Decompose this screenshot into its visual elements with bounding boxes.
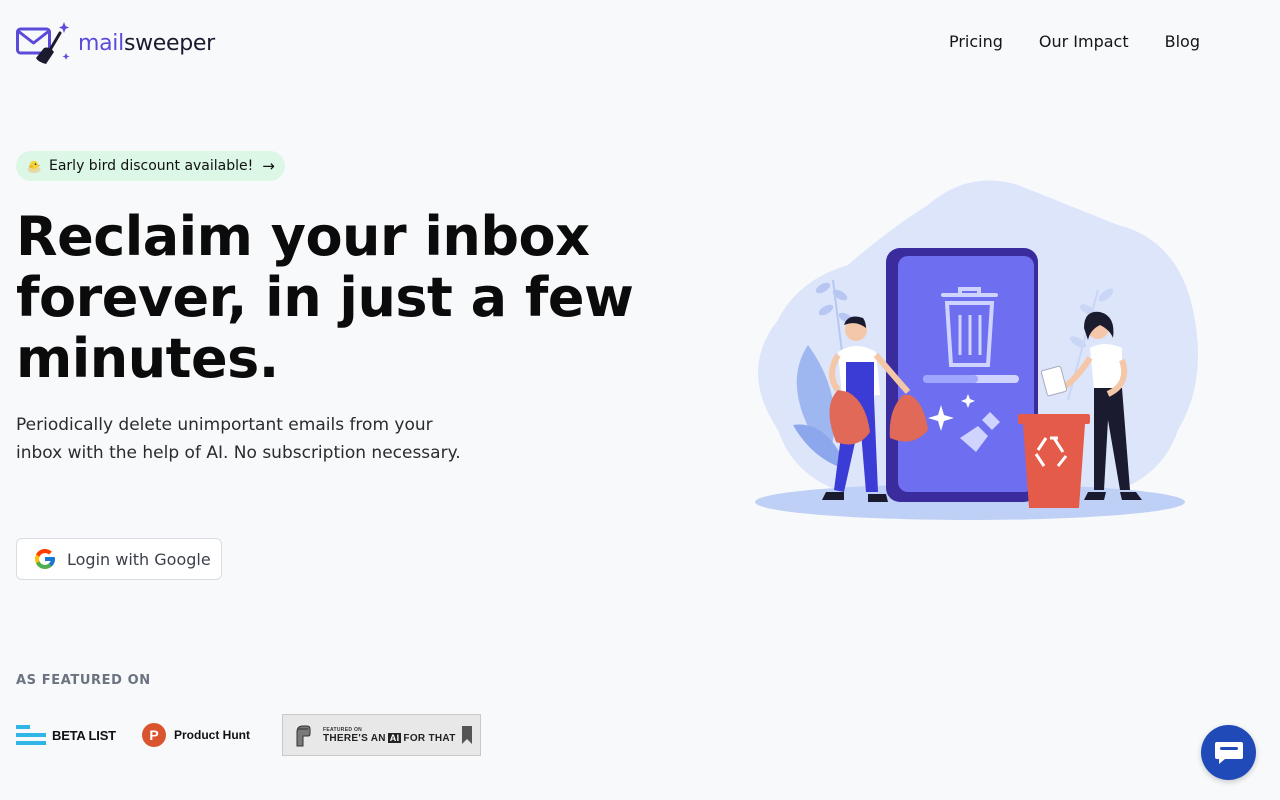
- producthunt-link[interactable]: P Product Hunt: [142, 723, 282, 747]
- phone-screen: [898, 256, 1034, 492]
- betalist-link[interactable]: BETA LIST: [16, 720, 142, 750]
- nav-blog[interactable]: Blog: [1165, 32, 1200, 51]
- betalist-icon: [16, 725, 46, 745]
- featured-title: AS FEATURED ON: [16, 673, 151, 688]
- login-with-google-button[interactable]: Login with Google: [16, 538, 222, 580]
- mail-broom-logo-icon: [16, 22, 70, 64]
- main-nav: Pricing Our Impact Blog: [949, 32, 1200, 51]
- nav-our-impact[interactable]: Our Impact: [1039, 32, 1129, 51]
- theres-an-ai-for-that-badge[interactable]: FEATURED ON THERE'S AN AI FOR THAT: [282, 714, 481, 756]
- screen-progress-fill: [923, 375, 978, 383]
- taaft-text: FEATURED ON THERE'S AN AI FOR THAT: [323, 727, 456, 744]
- betalist-label: BETA LIST: [52, 727, 116, 743]
- logo-prefix: mail: [78, 30, 124, 56]
- featured-logos: BETA LIST P Product Hunt FEATURED ON THE…: [16, 714, 481, 756]
- taaft-prefix: THERE'S AN: [323, 732, 386, 744]
- producthunt-icon: P: [142, 723, 166, 747]
- logo-suffix: sweeper: [123, 30, 215, 56]
- promo-text: Early bird discount available!: [49, 158, 254, 174]
- taaft-ai: AI: [387, 733, 402, 743]
- logo-wordmark: mailsweeper: [78, 31, 215, 56]
- taaft-big-text: THERE'S AN AI FOR THAT: [323, 733, 456, 744]
- chat-bubble-icon: [1214, 741, 1243, 764]
- logo-link[interactable]: mailsweeper: [16, 20, 215, 66]
- hero-headline: Reclaim your inbox forever, in just a fe…: [16, 205, 634, 390]
- bird-emoji-icon: [27, 160, 41, 173]
- nav-pricing[interactable]: Pricing: [949, 32, 1003, 51]
- recycle-bin-lid: [1018, 414, 1090, 424]
- taaft-suffix: FOR THAT: [403, 732, 456, 744]
- chat-widget-button[interactable]: [1201, 725, 1256, 780]
- bookmark-icon: [462, 726, 472, 744]
- inbox-cleanup-illustration: [755, 180, 1198, 520]
- early-bird-promo-link[interactable]: Early bird discount available! →: [16, 151, 285, 181]
- robot-hand-icon: [296, 725, 311, 747]
- producthunt-label: Product Hunt: [174, 728, 250, 742]
- login-with-google-label: Login with Google: [67, 549, 211, 569]
- hero-subheadline: Periodically delete unimportant emails f…: [16, 415, 461, 463]
- arrow-right-icon: →: [262, 157, 275, 175]
- google-icon: [35, 549, 55, 569]
